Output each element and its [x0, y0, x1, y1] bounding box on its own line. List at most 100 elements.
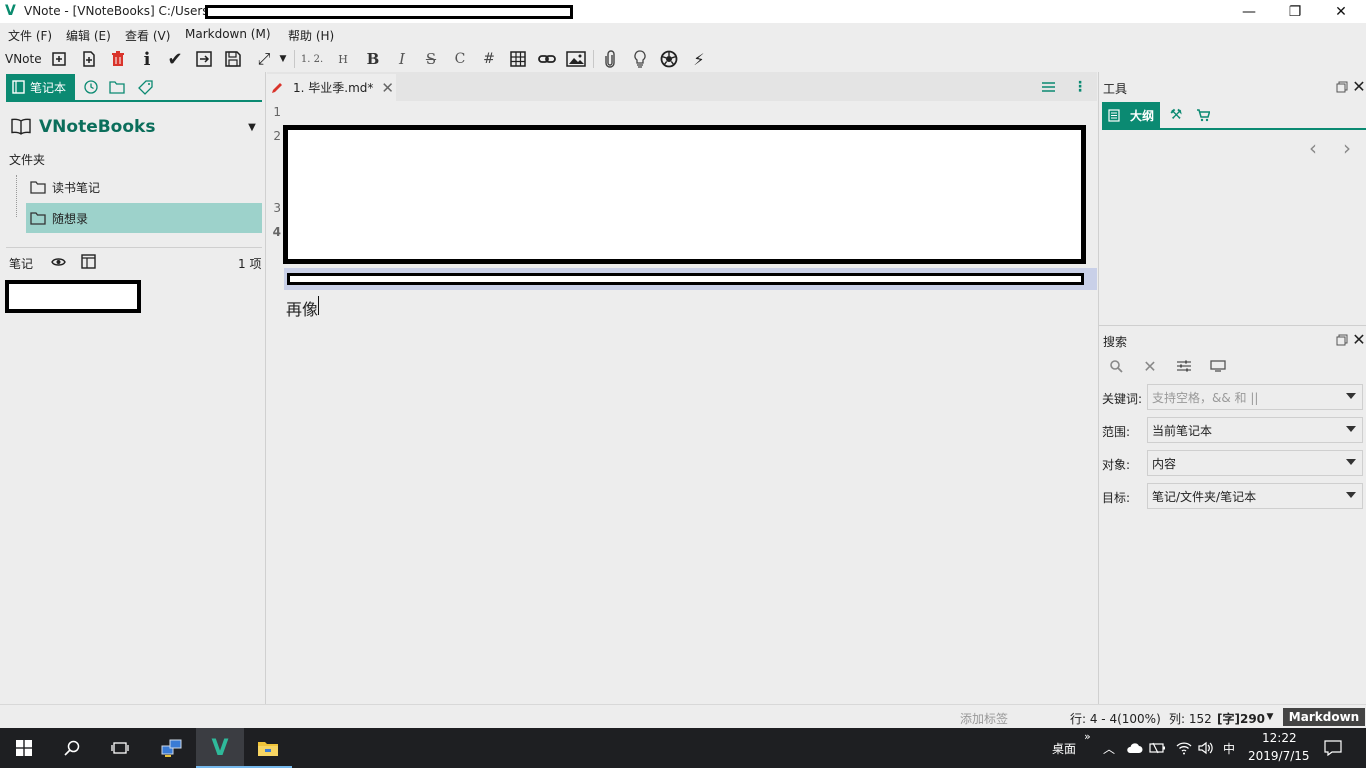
lightning-icon[interactable]: ⚡ [687, 47, 711, 71]
new-notebook-icon[interactable] [48, 47, 72, 71]
search-icon[interactable] [48, 728, 96, 768]
keyword-input[interactable]: 支持空格，&& 和 || [1147, 384, 1363, 410]
clear-search-icon[interactable]: ✕ [1141, 357, 1159, 376]
wifi-icon[interactable] [1174, 739, 1194, 757]
left-panel: 笔记本 VNoteBooks ▼ 文件夹 读书笔记 随想录 笔记 1 项 [0, 72, 266, 704]
chevron-right-icon[interactable]: › [1339, 136, 1355, 160]
save-icon[interactable] [221, 47, 245, 71]
code-block-button[interactable]: # [477, 47, 501, 71]
tab-outline[interactable]: 大纲 [1102, 102, 1160, 128]
checkmark-icon[interactable]: ✔ [163, 47, 187, 71]
chevron-down-icon[interactable]: ▼ [276, 47, 290, 71]
attachment-icon[interactable] [598, 47, 622, 71]
italic-button[interactable]: I [390, 47, 414, 71]
clock-date[interactable]: 2019/7/15 [1248, 749, 1310, 763]
word-count[interactable]: [字]290 [1217, 710, 1265, 727]
clock-time[interactable]: 12:22 [1262, 731, 1297, 745]
chevron-left-icon[interactable]: ‹ [1305, 136, 1321, 160]
folder-icon [30, 180, 46, 194]
menu-help[interactable]: 帮助 (H) [288, 27, 334, 44]
restore-button[interactable]: ❐ [1272, 0, 1318, 23]
note-list-item[interactable] [5, 280, 141, 313]
menu-icon[interactable] [1040, 79, 1056, 95]
ime-indicator[interactable]: 中 [1223, 740, 1235, 757]
app-logo: V [5, 3, 16, 19]
task-view-icon[interactable] [96, 728, 144, 768]
magic-wand-icon[interactable]: ⚒ [1167, 106, 1185, 124]
numbered-list-button[interactable]: 1. 2. [298, 47, 326, 71]
cart-icon[interactable] [1194, 106, 1212, 124]
editor-mode-badge: Markdown [1283, 708, 1365, 726]
menu-file[interactable]: 文件 (F) [8, 27, 52, 44]
table-icon[interactable] [506, 47, 530, 71]
eye-icon[interactable] [50, 255, 66, 269]
menu-bar: 文件 (F) 编辑 (E) 查看 (V) Markdown (M) 帮助 (H) [0, 23, 1366, 45]
network-app-icon[interactable] [148, 728, 196, 768]
target-label: 目标: [1102, 491, 1131, 505]
bold-button[interactable]: B [361, 47, 385, 71]
image-icon[interactable] [564, 47, 588, 71]
link-icon[interactable] [535, 47, 559, 71]
desktop-label[interactable]: 桌面 [1052, 740, 1076, 757]
vnote-taskbar-button[interactable]: V [196, 728, 244, 768]
info-icon[interactable]: i [135, 47, 159, 71]
new-note-icon[interactable] [77, 47, 101, 71]
expand-icon[interactable]: ⤢ [252, 47, 276, 71]
file-explorer-icon[interactable] [244, 728, 292, 768]
line-number: 4 [272, 225, 281, 239]
editor-tab[interactable]: 1. 毕业季.md* ✕ [267, 74, 396, 101]
aperture-icon[interactable] [657, 47, 681, 71]
windows-start-icon[interactable] [0, 728, 48, 768]
add-tag-input[interactable]: 添加标签 [960, 710, 1008, 727]
heading-button[interactable]: H [331, 47, 355, 71]
toolbar: VNote i ✔ ⤢ ▼ 1. 2. H B I S C # ⚡ [0, 45, 1366, 72]
export-icon[interactable] [192, 47, 216, 71]
line-number: 2 [273, 129, 281, 143]
delete-icon[interactable] [106, 47, 130, 71]
strikethrough-button[interactable]: S [419, 47, 443, 71]
float-panel-icon[interactable] [1335, 80, 1349, 94]
line-number: 3 [273, 201, 281, 215]
more-options-icon[interactable]: ⋮ [1073, 79, 1087, 95]
notebook-name[interactable]: VNoteBooks [39, 117, 155, 137]
menu-view[interactable]: 查看 (V) [125, 27, 170, 44]
inline-code-button[interactable]: C [448, 47, 472, 71]
scope-select[interactable]: 当前笔记本 [1147, 417, 1363, 443]
folder-item-selected[interactable]: 随想录 [26, 203, 262, 233]
close-panel-icon[interactable]: ✕ [1352, 330, 1366, 349]
chevron-up-icon[interactable]: ︿ [1101, 740, 1117, 756]
float-panel-icon[interactable] [1335, 333, 1349, 347]
taskbar: V 桌面 » ︿ 中 12:22 2019/7/15 [0, 728, 1366, 768]
redacted-content-block [283, 125, 1086, 264]
notification-icon[interactable] [1322, 738, 1344, 758]
close-tab-icon[interactable]: ✕ [381, 79, 394, 97]
cloud-icon[interactable] [1124, 740, 1144, 756]
explorer-icon[interactable] [108, 78, 126, 96]
tag-icon[interactable] [136, 78, 154, 96]
search-icon[interactable] [1107, 357, 1125, 375]
battery-icon[interactable] [1148, 739, 1168, 757]
close-panel-icon[interactable]: ✕ [1352, 77, 1366, 96]
settings-sliders-icon[interactable] [1175, 357, 1193, 375]
volume-icon[interactable] [1196, 739, 1216, 757]
menu-edit[interactable]: 编辑 (E) [66, 27, 111, 44]
notes-label: 笔记 [9, 257, 34, 271]
lightbulb-icon[interactable] [628, 47, 652, 71]
split-view-icon[interactable] [80, 253, 96, 269]
chevron-double-right-icon[interactable]: » [1084, 730, 1091, 743]
folder-item[interactable]: 读书笔记 [26, 172, 262, 202]
minimize-button[interactable]: — [1226, 0, 1272, 23]
target-select[interactable]: 笔记/文件夹/笔记本 [1147, 483, 1363, 509]
close-button[interactable]: ✕ [1318, 0, 1364, 23]
right-panel: 工具 ✕ 大纲 ⚒ ‹ › 搜索 ✕ ✕ 关键词: 支持空格，&& 和 || 范… [1098, 72, 1366, 704]
tab-notebook[interactable]: 笔记本 [6, 74, 75, 100]
notebook-dropdown-icon[interactable]: ▼ [244, 120, 260, 134]
history-icon[interactable] [82, 78, 100, 96]
menu-markdown[interactable]: Markdown (M) [185, 27, 271, 41]
folder-label: 随想录 [52, 211, 89, 226]
chevron-down-icon[interactable]: ▼ [1264, 711, 1276, 723]
monitor-icon[interactable] [1209, 357, 1227, 375]
object-select[interactable]: 内容 [1147, 450, 1363, 476]
line-number: 1 [273, 105, 281, 119]
editor-text-line[interactable]: 再像 [286, 296, 318, 320]
